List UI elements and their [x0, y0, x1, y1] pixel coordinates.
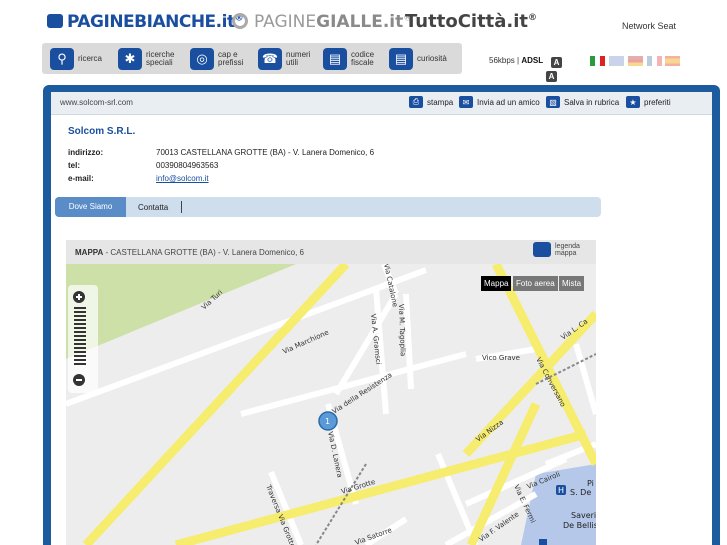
map-title: MAPPA - CASTELLANA GROTTE (BA) - V. Lane…	[75, 248, 304, 257]
email-value: info@solcom.it	[156, 174, 209, 183]
phone-icon: ☎	[258, 47, 282, 70]
save-contact-button[interactable]: ▧ Salva in rubrica	[546, 96, 619, 108]
nav-ricerca[interactable]: ⚲ ricerca	[50, 43, 102, 74]
tab-contatta[interactable]: Contatta	[138, 203, 168, 212]
walking-finger-icon	[47, 14, 63, 28]
map-type-foto-aerea[interactable]: Foto aerea	[513, 276, 558, 291]
nav-codice-fiscale[interactable]: ▤ codice fiscale	[323, 43, 374, 74]
tuttocitta-logo[interactable]: TuttoCittà.it®	[405, 11, 537, 32]
label-vico-grave: Vico Grave	[482, 354, 520, 362]
label-via-tagoplia: Via M. Tagoplia	[397, 304, 407, 357]
send-friend-button[interactable]: ✉ Invia ad un amico	[459, 96, 540, 108]
print-icon: ⎙	[409, 96, 423, 108]
phone-label: tel:	[68, 161, 80, 170]
nav-curiosita[interactable]: ▤ curiosità	[389, 43, 447, 74]
label-via-marchione: Via Marchione	[282, 328, 330, 355]
poi-pi: Pi	[587, 479, 594, 488]
speed-selector[interactable]: 56kbps | ADSL	[489, 56, 543, 65]
stars-icon: ★	[626, 96, 640, 108]
marker-number: 1	[325, 417, 330, 426]
poi-debellis: De Bellis	[563, 521, 596, 530]
flag-uk-icon[interactable]	[609, 56, 624, 66]
nav-ricerche-speciali[interactable]: ✱ ricerche speciali	[118, 43, 174, 74]
envelope-icon: ✉	[459, 96, 473, 108]
puzzle-icon: ✱	[118, 47, 142, 70]
hospital-letter: H	[558, 486, 564, 495]
paginebianche-logo[interactable]: PAGINEBIANCHE.it®	[47, 12, 244, 32]
list-icon	[533, 242, 551, 257]
poi-sde: S. De	[570, 488, 591, 497]
map-canvas: Via Turi Via Marchione Via A. Gramsci Vi…	[66, 264, 596, 545]
card-icon: ▤	[323, 47, 347, 70]
nav-cap-prefissi[interactable]: ◎ cap e prefissi	[190, 43, 243, 74]
map-type-mappa[interactable]: Mappa	[481, 276, 512, 291]
company-name: Solcom S.R.L.	[68, 126, 136, 137]
website-link[interactable]: www.solcom-srl.com	[60, 98, 133, 107]
address-label: indirizzo:	[68, 148, 104, 157]
book-icon: ▤	[389, 47, 413, 70]
tab-bar	[55, 197, 601, 217]
globe-icon: ◎	[190, 47, 214, 70]
text-size-large-icon[interactable]: A	[546, 71, 557, 82]
print-button[interactable]: ⎙ stampa	[409, 96, 453, 108]
main-nav: ⚲ ricerca ✱ ricerche speciali ◎ cap e prefiss…	[42, 43, 462, 74]
favorites-button[interactable]: ★ preferiti	[626, 96, 671, 108]
text-size-icon[interactable]: A	[551, 57, 562, 68]
flag-italy-icon[interactable]	[590, 56, 605, 66]
tab-divider	[181, 201, 182, 213]
address-value: 70013 CASTELLANA GROTTE (BA) - V. Lanera…	[156, 148, 375, 157]
map-legend-button[interactable]: legenda mappa	[533, 242, 580, 257]
flag-germany-icon[interactable]	[628, 56, 643, 66]
map-view[interactable]: Via Turi Via Marchione Via A. Gramsci Vi…	[66, 264, 596, 545]
email-link[interactable]: info@solcom.it	[156, 174, 209, 183]
hospital-icon-2	[539, 539, 547, 545]
folder-icon: ▧	[546, 96, 560, 108]
phone-value: 00390804963563	[156, 161, 219, 170]
poi-saverio: Saverio	[571, 511, 596, 520]
paginegialle-logo[interactable]: PAGINEGIALLE.it®	[232, 12, 412, 32]
zoom-slider[interactable]	[68, 285, 98, 393]
email-label: e-mail:	[68, 174, 94, 183]
search-icon: ⚲	[50, 47, 74, 70]
network-seat-link[interactable]: Network Seat	[622, 21, 676, 31]
flag-spain-icon[interactable]	[665, 56, 680, 66]
tab-dove-siamo[interactable]: Dove Siamo	[55, 197, 126, 217]
paginegialle-g-icon	[232, 13, 248, 29]
nav-numeri-utili[interactable]: ☎ numeri utili	[258, 43, 310, 74]
map-type-mista[interactable]: Mista	[559, 276, 585, 291]
zoom-ticks	[74, 307, 86, 365]
park-area	[66, 264, 296, 359]
flag-france-icon[interactable]	[647, 56, 662, 66]
zoom-control	[68, 285, 98, 393]
